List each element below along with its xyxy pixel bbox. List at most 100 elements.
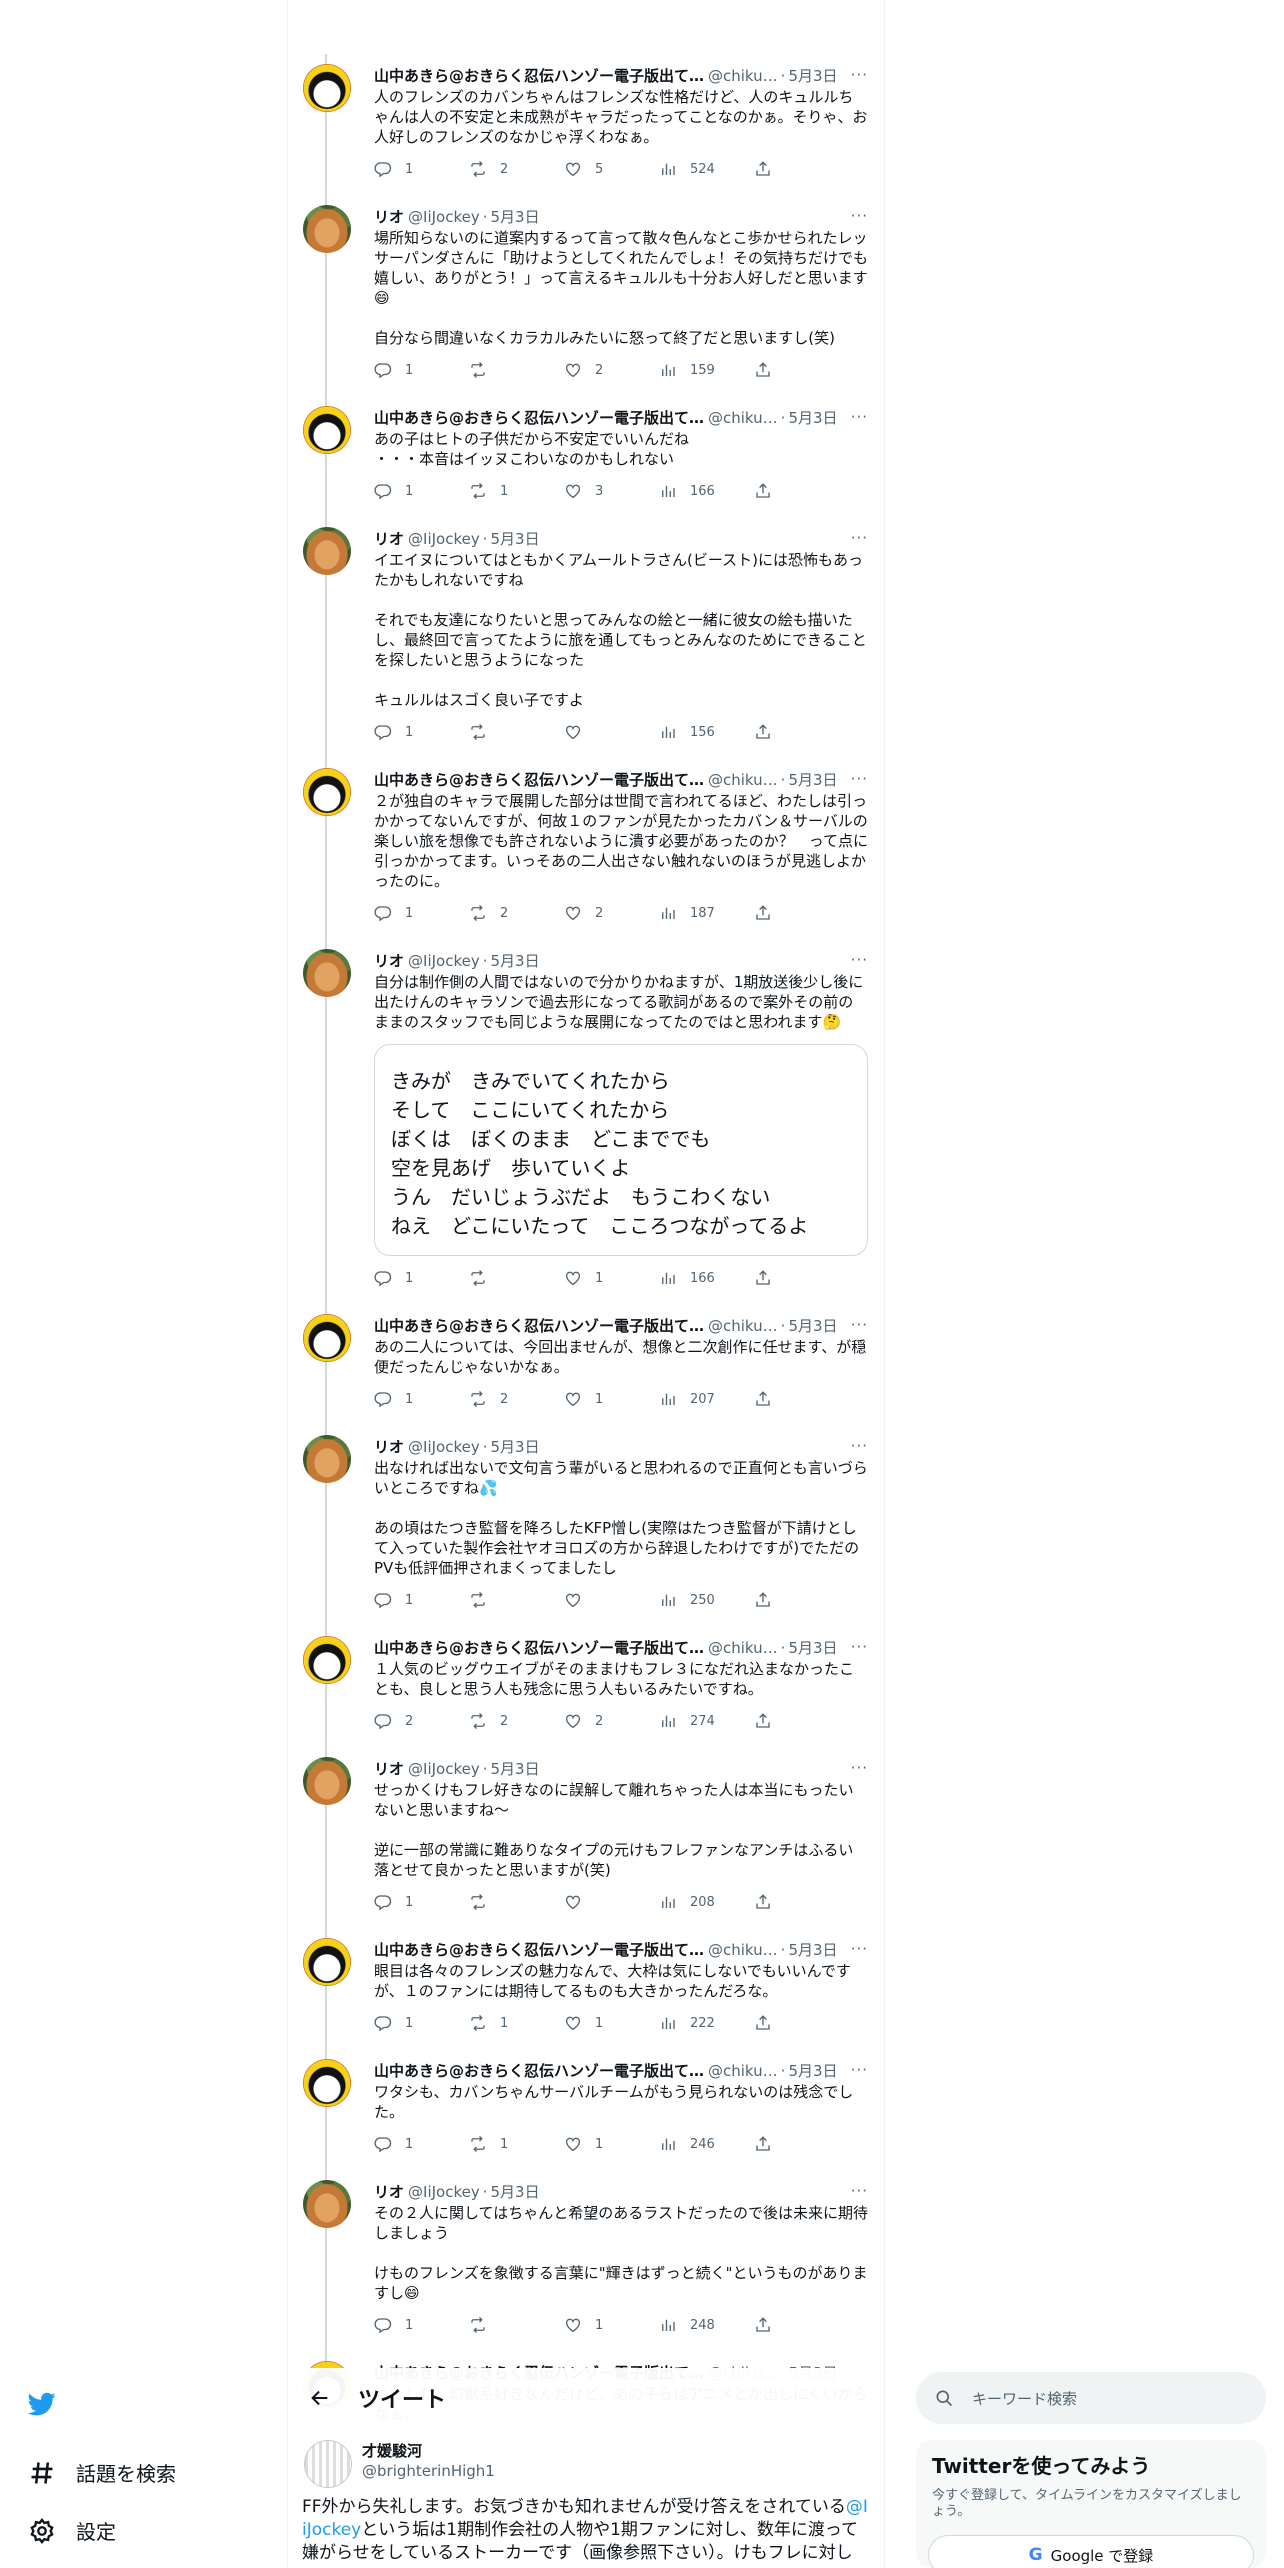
views-button[interactable]: 250 [659, 1584, 754, 1616]
more-options-icon[interactable]: ··· [851, 770, 868, 788]
like-button[interactable]: 1 [564, 1262, 659, 1294]
reply-tweet[interactable]: 山中あきら@おきらく忍伝ハンゾー電子版出て… @chiku… · 5月3日 ··… [288, 396, 884, 517]
retweet-button[interactable]: 2 [469, 897, 564, 929]
more-options-icon[interactable]: ··· [851, 408, 868, 426]
reply-button[interactable]: 1 [374, 2007, 469, 2039]
reply-tweet[interactable]: リオ @IiJockey · 5月3日 ··· 自分は制作側の人間ではないので分か… [288, 939, 884, 1304]
like-button[interactable]: 1 [564, 1383, 659, 1415]
retweet-button[interactable]: 1 [469, 2007, 564, 2039]
author-name[interactable]: 才媛駿河 [362, 2440, 422, 2461]
more-options-icon[interactable]: ··· [851, 66, 868, 84]
share-button[interactable] [754, 1383, 785, 1415]
author-name[interactable]: リオ [374, 951, 404, 971]
reply-button[interactable]: 1 [374, 475, 469, 507]
reply-button[interactable]: 1 [374, 1383, 469, 1415]
twitter-logo-link[interactable] [28, 2390, 76, 2418]
author-name[interactable]: リオ [374, 1437, 404, 1457]
avatar[interactable] [303, 1314, 351, 1362]
nav-explore[interactable]: 話題を検索 [28, 2458, 176, 2487]
reply-button[interactable]: 1 [374, 897, 469, 929]
avatar[interactable] [303, 527, 351, 575]
like-button[interactable]: 1 [564, 2309, 659, 2341]
author-handle[interactable]: @chiku… [708, 66, 778, 86]
more-options-icon[interactable]: ··· [851, 1940, 868, 1958]
share-button[interactable] [754, 716, 785, 748]
more-options-icon[interactable]: ··· [851, 1759, 868, 1777]
avatar[interactable] [303, 406, 351, 454]
reply-tweet[interactable]: リオ @IiJockey · 5月3日 ··· その２人に関してはちゃんと希望のあ… [288, 2170, 884, 2351]
author-name[interactable]: 山中あきら@おきらく忍伝ハンゾー電子版出て… [374, 770, 704, 790]
tweet-date[interactable]: 5月3日 [788, 770, 837, 790]
avatar[interactable] [303, 1435, 351, 1483]
avatar[interactable] [303, 1938, 351, 1986]
more-options-icon[interactable]: ··· [851, 2061, 868, 2079]
like-button[interactable] [564, 716, 659, 748]
share-button[interactable] [754, 354, 785, 386]
nav-settings[interactable]: 設定 [28, 2516, 116, 2545]
share-button[interactable] [754, 2309, 785, 2341]
reply-tweet[interactable]: 山中あきら@おきらく忍伝ハンゾー電子版出て… @chiku… · 5月3日 ··… [288, 758, 884, 939]
avatar[interactable] [304, 2440, 352, 2488]
views-button[interactable]: 166 [659, 475, 754, 507]
reply-tweet[interactable]: 山中あきら@おきらく忍伝ハンゾー電子版出て… @chiku… · 5月3日 ··… [288, 54, 884, 195]
more-options-icon[interactable]: ··· [851, 951, 868, 969]
author-name[interactable]: リオ [374, 529, 404, 549]
author-handle[interactable]: @chiku… [708, 1940, 778, 1960]
avatar[interactable] [303, 1636, 351, 1684]
avatar[interactable] [303, 205, 351, 253]
quoted-lyrics-card[interactable]: きみが きみでいてくれたから そして ここにいてくれたから ぼくは ぼくのまま … [374, 1044, 868, 1256]
views-button[interactable]: 159 [659, 354, 754, 386]
reply-tweet[interactable]: リオ @IiJockey · 5月3日 ··· 出なければ出ないで文句言う輩がいる… [288, 1425, 884, 1626]
more-options-icon[interactable]: ··· [851, 1437, 868, 1455]
share-button[interactable] [754, 475, 785, 507]
tweet-date[interactable]: 5月3日 [491, 529, 540, 549]
retweet-button[interactable]: 2 [469, 1705, 564, 1737]
back-button[interactable] [300, 2378, 340, 2418]
retweet-button[interactable]: 2 [469, 153, 564, 185]
retweet-button[interactable] [469, 354, 564, 386]
views-button[interactable]: 246 [659, 2128, 754, 2160]
reply-tweet[interactable]: 山中あきら@おきらく忍伝ハンゾー電子版出て… @chiku… · 5月3日 ··… [288, 1304, 884, 1425]
views-button[interactable]: 208 [659, 1886, 754, 1918]
retweet-button[interactable]: 2 [469, 1383, 564, 1415]
views-button[interactable]: 248 [659, 2309, 754, 2341]
tweet-date[interactable]: 5月3日 [491, 207, 540, 227]
like-button[interactable]: 3 [564, 475, 659, 507]
google-signup-button[interactable]: G Google で登録 [928, 2535, 1254, 2568]
like-button[interactable]: 2 [564, 354, 659, 386]
author-handle[interactable]: @IiJockey [408, 951, 480, 971]
author-name[interactable]: リオ [374, 207, 404, 227]
views-button[interactable]: 207 [659, 1383, 754, 1415]
share-button[interactable] [754, 1705, 785, 1737]
more-options-icon[interactable]: ··· [851, 1638, 868, 1656]
retweet-button[interactable] [469, 716, 564, 748]
share-button[interactable] [754, 1886, 785, 1918]
share-button[interactable] [754, 897, 785, 929]
share-button[interactable] [754, 1262, 785, 1294]
author-handle[interactable]: @chiku… [708, 1316, 778, 1336]
avatar[interactable] [303, 2180, 351, 2228]
reply-tweet[interactable]: リオ @IiJockey · 5月3日 ··· イエイヌについてはともかくアムール… [288, 517, 884, 758]
tweet-date[interactable]: 5月3日 [788, 1940, 837, 1960]
reply-button[interactable]: 1 [374, 716, 469, 748]
like-button[interactable]: 5 [564, 153, 659, 185]
tweet-date[interactable]: 5月3日 [491, 2182, 540, 2202]
tweet-date[interactable]: 5月3日 [788, 1316, 837, 1336]
author-name[interactable]: 山中あきら@おきらく忍伝ハンゾー電子版出て… [374, 1316, 704, 1336]
views-button[interactable]: 187 [659, 897, 754, 929]
views-button[interactable]: 156 [659, 716, 754, 748]
like-button[interactable] [564, 1584, 659, 1616]
reply-tweet[interactable]: 山中あきら@おきらく忍伝ハンゾー電子版出て… @chiku… · 5月3日 ··… [288, 2049, 884, 2170]
avatar[interactable] [303, 2059, 351, 2107]
tweet-date[interactable]: 5月3日 [788, 1638, 837, 1658]
reply-button[interactable]: 1 [374, 1886, 469, 1918]
author-handle[interactable]: @IiJockey [408, 1759, 480, 1779]
reply-button[interactable]: 1 [374, 1584, 469, 1616]
author-handle[interactable]: @IiJockey [408, 1437, 480, 1457]
tweet-date[interactable]: 5月3日 [788, 66, 837, 86]
author-name[interactable]: 山中あきら@おきらく忍伝ハンゾー電子版出て… [374, 1940, 704, 1960]
author-name[interactable]: 山中あきら@おきらく忍伝ハンゾー電子版出て… [374, 408, 704, 428]
reply-button[interactable]: 1 [374, 2128, 469, 2160]
tweet-date[interactable]: 5月3日 [788, 2061, 837, 2081]
share-button[interactable] [754, 2128, 785, 2160]
